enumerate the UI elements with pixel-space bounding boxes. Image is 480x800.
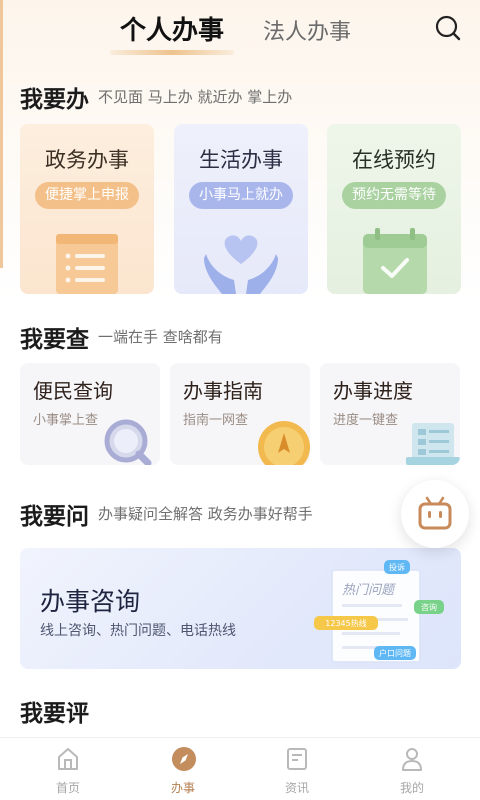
card-title: 生活办事 <box>199 148 283 172</box>
card-tag: 小事马上就办 <box>189 182 293 209</box>
compass-coin-icon <box>258 421 310 465</box>
tag-household: 户口问题 <box>379 648 411 658</box>
card-service-progress[interactable]: 办事进度 进度一键查 <box>320 363 460 465</box>
robot-icon <box>418 496 452 530</box>
nav-home[interactable]: 首页 <box>20 738 116 800</box>
card-title: 办事进度 <box>333 379 413 403</box>
nav-news[interactable]: 资讯 <box>249 738 345 800</box>
document-icon <box>56 234 118 294</box>
nav-affairs[interactable]: 办事 <box>135 738 231 800</box>
tag-hotline: 12345热线 <box>325 618 366 628</box>
bottom-navigation: 首页 办事 资讯 我的 <box>0 737 480 800</box>
section-subtitle-do: 不见面 马上办 就近办 掌上办 <box>98 88 293 106</box>
compass-icon <box>172 747 196 771</box>
card-service-consultation[interactable]: 办事咨询 线上咨询、热门问题、电话热线 热门问题 投诉 咨询 12345热线 户… <box>20 548 461 669</box>
card-description: 进度一键查 <box>333 413 399 428</box>
assistant-robot-button[interactable] <box>401 480 469 548</box>
nav-label: 我的 <box>399 781 424 795</box>
top-tab-bar: 个人办事 法人办事 <box>0 0 480 58</box>
nav-profile[interactable]: 我的 <box>364 738 460 800</box>
profile-icon <box>402 748 422 771</box>
card-description: 指南一网查 <box>183 413 249 428</box>
card-title: 在线预约 <box>352 148 436 172</box>
section-title-do: 我要办 <box>20 86 89 113</box>
section-title-check: 我要查 <box>20 326 89 353</box>
nav-label: 办事 <box>170 781 195 795</box>
faq-heading: 热门问题 <box>342 583 397 598</box>
card-title: 便民查询 <box>33 379 113 403</box>
card-government-affairs[interactable]: 政务办事 便捷掌上申报 <box>20 124 154 294</box>
nav-label: 资讯 <box>284 781 309 795</box>
progress-sheet-icon <box>406 423 460 465</box>
card-description: 小事掌上查 <box>33 413 99 428</box>
card-life-affairs[interactable]: 生活办事 小事马上就办 <box>174 124 308 294</box>
search-icon[interactable] <box>434 14 462 42</box>
news-icon <box>287 748 307 770</box>
section-title-rate: 我要评 <box>20 700 89 727</box>
faq-illustration: 热门问题 投诉 咨询 12345热线 户口问题 <box>314 560 444 663</box>
magnifier-icon <box>104 419 152 465</box>
card-online-appointment[interactable]: 在线预约 预约无需等待 <box>327 124 461 294</box>
card-title: 政务办事 <box>45 148 129 172</box>
calendar-check-icon <box>363 228 427 294</box>
section-subtitle-ask: 办事疑问全解答 政务办事好帮手 <box>98 505 313 523</box>
card-title: 办事指南 <box>183 379 263 403</box>
card-tag: 预约无需等待 <box>342 182 446 209</box>
consult-title: 办事咨询 <box>40 587 141 616</box>
tag-consult: 咨询 <box>421 602 437 612</box>
section-title-ask: 我要问 <box>20 503 89 530</box>
tab-legal-person-affairs[interactable]: 法人办事 <box>263 14 351 46</box>
section-subtitle-check: 一端在手 查啥都有 <box>98 328 223 346</box>
card-tag: 便捷掌上申报 <box>35 182 139 209</box>
card-service-guide[interactable]: 办事指南 指南一网查 <box>170 363 310 465</box>
home-icon <box>58 748 78 770</box>
consult-description: 线上咨询、热门问题、电话热线 <box>40 623 236 639</box>
nav-label: 首页 <box>55 781 80 795</box>
heart-hands-icon <box>204 235 278 294</box>
active-tab-indicator <box>110 50 234 55</box>
tab-personal-affairs[interactable]: 个人办事 <box>120 10 224 47</box>
card-convenience-query[interactable]: 便民查询 小事掌上查 <box>20 363 160 465</box>
tag-complaint: 投诉 <box>389 562 405 572</box>
